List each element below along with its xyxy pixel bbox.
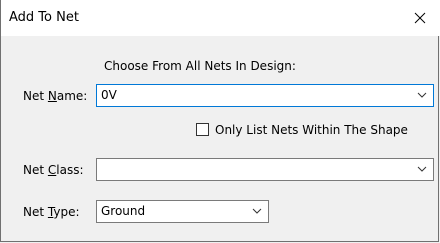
title-bar: Add To Net	[1, 0, 440, 36]
net-class-label: Net Class:	[23, 163, 84, 177]
chevron-down-icon	[417, 92, 427, 98]
net-type-value: Ground	[101, 204, 146, 218]
only-list-label[interactable]: Only List Nets Within The Shape	[215, 123, 408, 137]
only-list-checkbox[interactable]	[196, 123, 209, 136]
close-icon	[414, 12, 426, 24]
add-to-net-dialog: Add To Net Choose From All Nets In Desig…	[0, 0, 440, 242]
net-class-combobox[interactable]	[96, 158, 434, 181]
net-name-value: 0V	[101, 88, 117, 102]
net-type-label: Net Type:	[23, 205, 80, 219]
net-type-combobox[interactable]: Ground	[96, 200, 269, 223]
chevron-down-icon	[417, 166, 427, 172]
net-name-combobox[interactable]: 0V	[96, 84, 434, 107]
instruction-text: Choose From All Nets In Design:	[104, 59, 296, 73]
window-title: Add To Net	[9, 10, 79, 25]
chevron-down-icon	[252, 208, 262, 214]
close-button[interactable]	[400, 0, 440, 36]
net-name-label: Net Name:	[23, 89, 88, 103]
